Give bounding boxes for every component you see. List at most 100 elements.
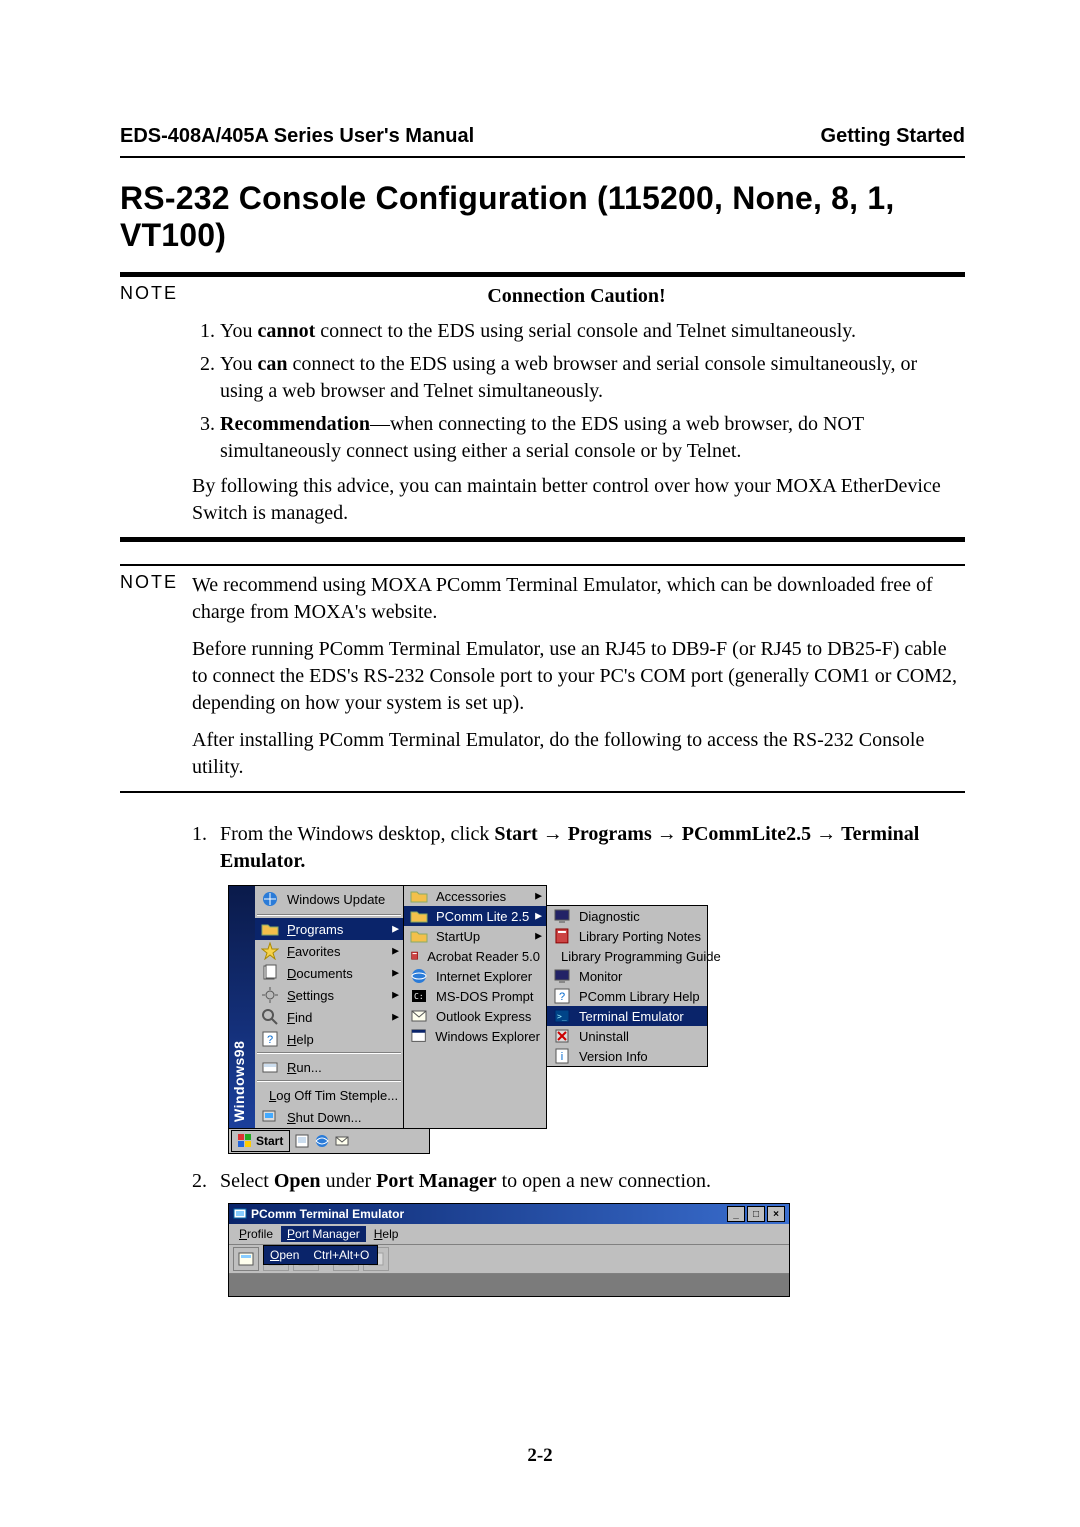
- programs-item-7[interactable]: Windows Explorer: [404, 1026, 546, 1046]
- start-menu-item-fi[interactable]: Find▶: [255, 1006, 403, 1028]
- port-manager-dropdown[interactable]: Open Ctrl+Alt+O: [263, 1245, 378, 1265]
- pcomm-item-1[interactable]: Library Porting Notes: [547, 926, 707, 946]
- programs-item-label: MS-DOS Prompt: [436, 989, 534, 1004]
- pcomm-item-label: Library Programming Guide: [561, 949, 721, 964]
- start-menu-item-label: Find: [287, 1010, 312, 1025]
- pcomm-item-5[interactable]: >_Terminal Emulator: [547, 1006, 707, 1026]
- menu-port-manager[interactable]: Port Manager: [281, 1226, 366, 1242]
- close-button[interactable]: ×: [767, 1206, 785, 1222]
- programs-item-label: Windows Explorer: [435, 1029, 540, 1044]
- pcomm-item-0[interactable]: Diagnostic: [547, 906, 707, 926]
- start-menu-item-label: Favorites: [287, 944, 340, 959]
- term-icon: >_: [553, 1007, 571, 1025]
- start-menu-item-lo[interactable]: Log Off Tim Stemple...: [255, 1084, 403, 1106]
- programs-item-label: Internet Explorer: [436, 969, 532, 984]
- pcomm-item-7[interactable]: i Version Info: [547, 1046, 707, 1066]
- svg-text:>_: >_: [557, 1012, 567, 1021]
- shut-icon: [261, 1108, 279, 1126]
- connection-caution-title: Connection Caution!: [192, 283, 961, 310]
- start-menu-item-label: Settings: [287, 988, 334, 1003]
- running-header: EDS-408A/405A Series User's Manual Getti…: [120, 125, 965, 148]
- chevron-right-icon: ▶: [535, 931, 542, 942]
- pcomm-toolbar-row: Open Ctrl+Alt+O: [229, 1245, 789, 1274]
- pcomm-item-2[interactable]: Library Programming Guide: [547, 946, 707, 966]
- start-menu-column: Windows98 Windows UpdatePrograms▶Favorit…: [228, 885, 404, 1129]
- header-rule: [120, 156, 965, 158]
- pcomm-item-4[interactable]: ?PComm Library Help: [547, 986, 707, 1006]
- note1-bottom-rule: [120, 537, 965, 542]
- svg-text:?: ?: [267, 1034, 273, 1046]
- programs-item-label: Acrobat Reader 5.0: [427, 949, 540, 964]
- minimize-button[interactable]: _: [727, 1206, 745, 1222]
- note-box-connection-caution: NOTE Connection Caution! You cannot conn…: [120, 272, 965, 542]
- start-button-label: Start: [256, 1134, 283, 1148]
- star-icon: [261, 942, 279, 960]
- toolbar-button-1[interactable]: [233, 1247, 259, 1271]
- windows-flag-icon: [238, 1134, 252, 1148]
- start-button[interactable]: Start: [231, 1130, 290, 1152]
- pcomm-client-area: [229, 1274, 789, 1296]
- document-page: EDS-408A/405A Series User's Manual Getti…: [0, 0, 1080, 1527]
- start-menu-item-do[interactable]: Documents ▶: [255, 962, 403, 984]
- programs-item-4[interactable]: Internet Explorer: [404, 966, 546, 986]
- prog-icon: [410, 1027, 427, 1045]
- start-menu[interactable]: Windows UpdatePrograms▶Favorites▶Documen…: [255, 886, 403, 1128]
- svg-text:?: ?: [559, 991, 565, 1003]
- run-icon: [261, 1058, 279, 1076]
- help-icon: ?: [553, 987, 571, 1005]
- menu-help[interactable]: Help: [368, 1226, 405, 1242]
- menu-profile[interactable]: Profile: [233, 1226, 279, 1242]
- taskbar-quicklaunch-icon-2[interactable]: [314, 1133, 330, 1149]
- programs-item-5[interactable]: C: MS-DOS Prompt: [404, 986, 546, 1006]
- svg-text:i: i: [561, 1051, 563, 1063]
- programs-item-0[interactable]: Accessories▶: [404, 886, 546, 906]
- pcomm-app-icon: [233, 1207, 247, 1221]
- start-menu-item-wu[interactable]: Windows Update: [255, 886, 403, 912]
- start-menu-item-label: Windows Update: [287, 892, 385, 907]
- programs-item-6[interactable]: Outlook Express: [404, 1006, 546, 1026]
- mon-icon: [553, 907, 571, 925]
- programs-item-3[interactable]: Acrobat Reader 5.0: [404, 946, 546, 966]
- page-number: 2-2: [0, 1445, 1080, 1467]
- section-title: Getting Started: [821, 125, 965, 148]
- start-menu-item-fa[interactable]: Favorites▶: [255, 940, 403, 962]
- caution-item-2: You can connect to the EDS using a web b…: [220, 351, 961, 405]
- start-menu-item-sh[interactable]: Shut Down...: [255, 1106, 403, 1128]
- pcomm-title: PComm Terminal Emulator: [251, 1207, 404, 1221]
- chevron-right-icon: ▶: [392, 968, 399, 979]
- info-icon: i: [553, 1047, 571, 1065]
- chevron-right-icon: ▶: [535, 911, 542, 922]
- start-menu-item-pr[interactable]: Programs▶: [255, 918, 403, 940]
- taskbar-quicklaunch-icon-3[interactable]: [334, 1133, 350, 1149]
- start-menu-item-label: Help: [287, 1032, 314, 1047]
- dropdown-open[interactable]: Open Ctrl+Alt+O: [264, 1246, 377, 1264]
- pcomm-item-6[interactable]: Uninstall: [547, 1026, 707, 1046]
- start-menu-item-label: Documents: [287, 966, 353, 981]
- pcomm-item-label: Uninstall: [579, 1029, 629, 1044]
- mail-icon: [410, 1007, 428, 1025]
- start-menu-item-se[interactable]: Settings▶: [255, 984, 403, 1006]
- programs-item-label: StartUp: [436, 929, 480, 944]
- screenshot-pcomm-window: PComm Terminal Emulator _ □ × Profile Po…: [228, 1203, 790, 1297]
- programs-item-2[interactable]: StartUp ▶: [404, 926, 546, 946]
- pcomm-submenu[interactable]: DiagnosticLibrary Porting NotesLibrary P…: [547, 905, 708, 1067]
- start-menu-item-he[interactable]: ? Help: [255, 1028, 403, 1050]
- manual-title: EDS-408A/405A Series User's Manual: [120, 125, 474, 148]
- programs-item-1[interactable]: PComm Lite 2.5▶: [404, 906, 546, 926]
- svg-text:C:: C:: [414, 992, 424, 1001]
- programs-item-label: Outlook Express: [436, 1009, 531, 1024]
- page-title: RS-232 Console Configuration (115200, No…: [120, 180, 965, 254]
- caution-tail: By following this advice, you can mainta…: [192, 473, 961, 527]
- pcomm-item-label: Version Info: [579, 1049, 648, 1064]
- start-menu-item-ru[interactable]: Run...: [255, 1056, 403, 1078]
- taskbar-quicklaunch-icon-1[interactable]: [294, 1133, 310, 1149]
- pcomm-item-3[interactable]: Monitor: [547, 966, 707, 986]
- start-menu-item-label: Programs: [287, 922, 343, 937]
- step-2-number: 2.: [192, 1168, 220, 1195]
- start-menu-item-label: Log Off Tim Stemple...: [269, 1088, 398, 1103]
- screenshot-start-menu: Windows98 Windows UpdatePrograms▶Favorit…: [228, 885, 718, 1154]
- maximize-button[interactable]: □: [747, 1206, 765, 1222]
- programs-submenu[interactable]: Accessories▶PComm Lite 2.5▶ StartUp ▶ Acrob…: [404, 885, 547, 1129]
- find-icon: [261, 1008, 279, 1026]
- docs-icon: [261, 964, 279, 982]
